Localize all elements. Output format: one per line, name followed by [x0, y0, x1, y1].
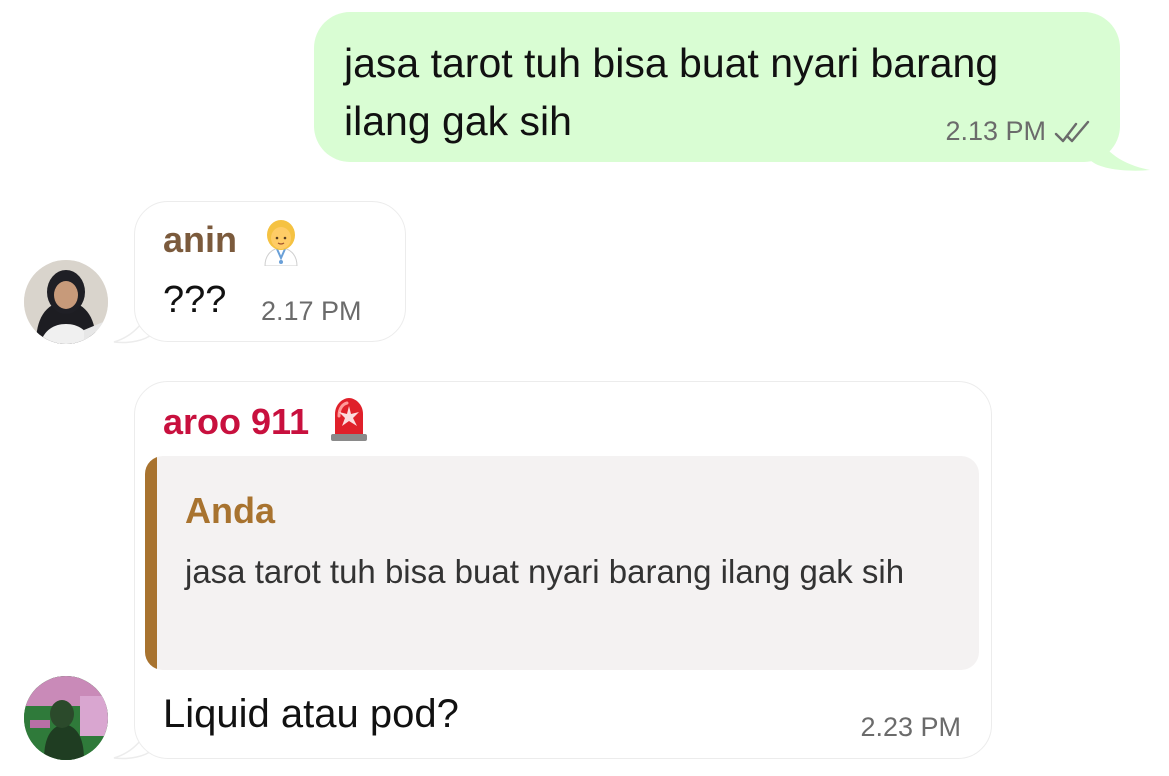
avatar-anin-image: [24, 260, 108, 344]
message-time: 2.23 PM: [860, 712, 961, 742]
police-light-emoji: [331, 398, 367, 441]
message-meta: 2.13 PM: [945, 116, 1092, 147]
avatar[interactable]: [24, 676, 108, 760]
message-time: 2.13 PM: [945, 116, 1046, 146]
outgoing-message[interactable]: jasa tarot tuh bisa buat nyari barang il…: [314, 12, 1150, 171]
quote-accent-bar: [145, 456, 157, 670]
message-time: 2.17 PM: [261, 296, 362, 326]
sender-name[interactable]: anin: [163, 220, 237, 260]
chat-view: jasa tarot tuh bisa buat nyari barang il…: [0, 0, 1169, 776]
quote-author: Anda: [185, 490, 275, 531]
double-check-icon: [1054, 120, 1090, 142]
quote-text: jasa tarot tuh bisa buat nyari barang il…: [185, 553, 905, 590]
female-health-worker-emoji: [264, 220, 298, 266]
incoming-message[interactable]: aroo 911 Anda jasa tarot tuh bisa buat n…: [134, 381, 992, 759]
avatar[interactable]: [24, 260, 108, 344]
incoming-message[interactable]: anin ??? 2.17 PM: [134, 201, 406, 342]
quoted-reply[interactable]: Anda jasa tarot tuh bisa buat nyari bara…: [145, 456, 979, 670]
message-text: ???: [163, 279, 227, 321]
message-text: Liquid atau pod?: [163, 692, 459, 736]
sender-name[interactable]: aroo 911: [163, 402, 309, 442]
avatar-aroo-image: [24, 676, 108, 760]
